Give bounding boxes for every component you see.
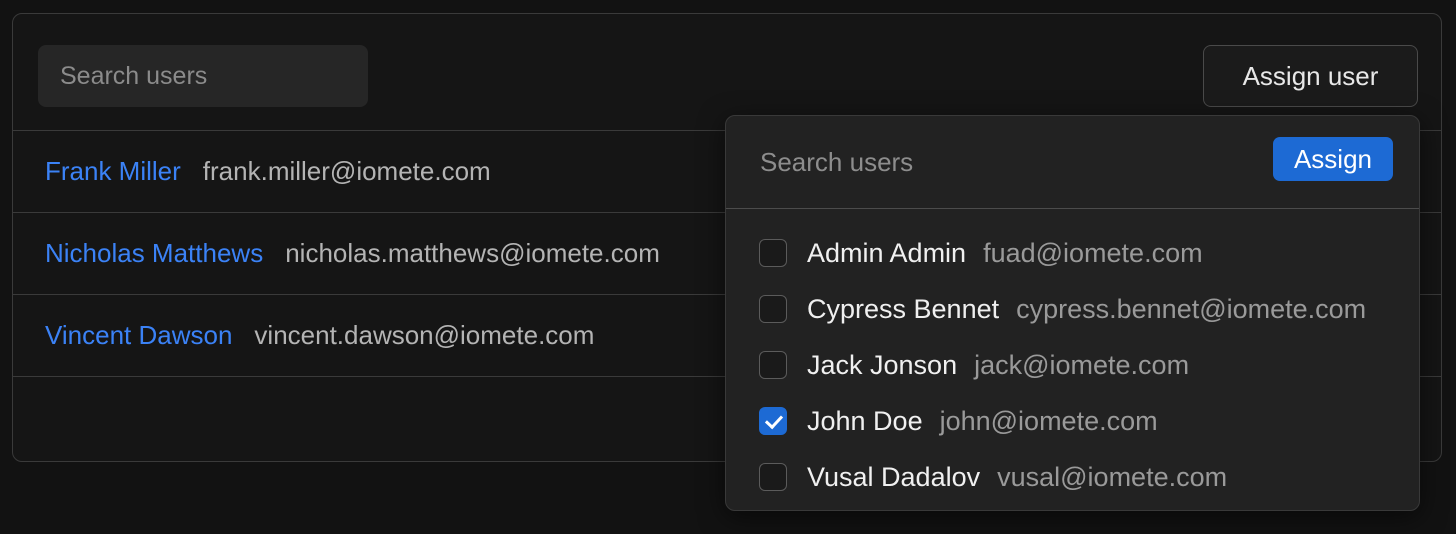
list-item-name: Vusal Dadalov bbox=[807, 461, 981, 492]
app-root: Assign user Frank Miller frank.miller@io… bbox=[0, 0, 1456, 534]
list-item-email: vusal@iomete.com bbox=[997, 461, 1228, 492]
list-item-name: Admin Admin bbox=[807, 237, 967, 268]
card-toolbar: Assign user bbox=[13, 14, 1441, 131]
search-users-input[interactable] bbox=[38, 45, 368, 107]
list-item-name: John Doe bbox=[807, 405, 923, 436]
assign-user-dropdown: Assign Admin Admin fuad@iomete.com Cypre… bbox=[725, 115, 1420, 511]
user-name-link[interactable]: Frank Miller bbox=[45, 156, 181, 187]
user-email: vincent.dawson@iomete.com bbox=[254, 320, 595, 350]
dropdown-search-input[interactable] bbox=[760, 138, 1260, 186]
user-name-link[interactable]: Nicholas Matthews bbox=[45, 238, 263, 269]
list-item[interactable]: Admin Admin fuad@iomete.com bbox=[726, 225, 1419, 281]
checkbox-unchecked-icon[interactable] bbox=[759, 295, 787, 323]
list-item-email: jack@iomete.com bbox=[974, 349, 1190, 380]
user-email: frank.miller@iomete.com bbox=[202, 156, 491, 186]
checkbox-unchecked-icon[interactable] bbox=[759, 351, 787, 379]
list-item[interactable]: Cypress Bennet cypress.bennet@iomete.com bbox=[726, 281, 1419, 337]
list-item-name: Cypress Bennet bbox=[807, 293, 1000, 324]
dropdown-user-list: Admin Admin fuad@iomete.com Cypress Benn… bbox=[726, 209, 1419, 505]
list-item-email: fuad@iomete.com bbox=[983, 237, 1203, 268]
checkbox-checked-icon[interactable] bbox=[759, 407, 787, 435]
assign-user-button[interactable]: Assign user bbox=[1203, 45, 1418, 107]
list-item[interactable]: Jack Jonson jack@iomete.com bbox=[726, 337, 1419, 393]
list-item-email: cypress.bennet@iomete.com bbox=[1016, 293, 1367, 324]
list-item[interactable]: Vusal Dadalov vusal@iomete.com bbox=[726, 449, 1419, 505]
assign-button[interactable]: Assign bbox=[1273, 137, 1393, 181]
user-name-link[interactable]: Vincent Dawson bbox=[45, 320, 232, 351]
dropdown-header: Assign bbox=[726, 116, 1419, 209]
checkbox-unchecked-icon[interactable] bbox=[759, 463, 787, 491]
checkbox-unchecked-icon[interactable] bbox=[759, 239, 787, 267]
list-item[interactable]: John Doe john@iomete.com bbox=[726, 393, 1419, 449]
list-item-email: john@iomete.com bbox=[939, 405, 1158, 436]
list-item-name: Jack Jonson bbox=[807, 349, 958, 380]
user-email: nicholas.matthews@iomete.com bbox=[285, 238, 660, 268]
